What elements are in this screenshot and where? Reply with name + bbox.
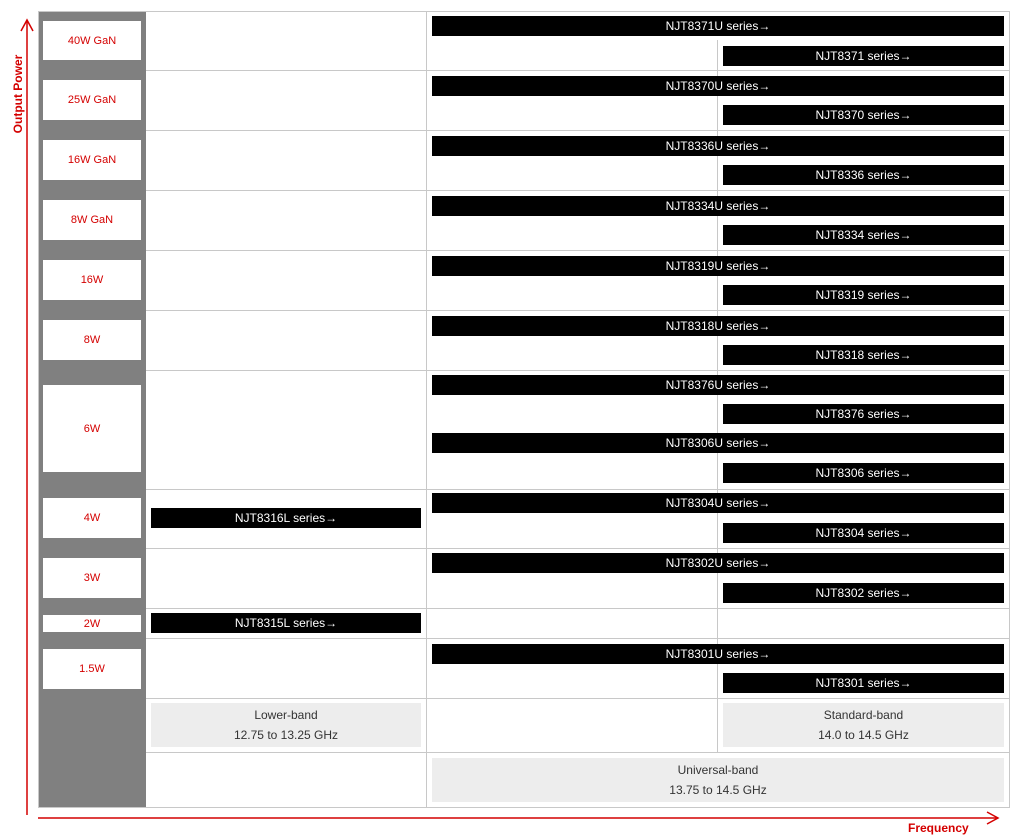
series-link-njt8304[interactable]: NJT8304 series→ [723, 523, 1004, 543]
lower-band-label: Lower-band 12.75 to 13.25 GHz [151, 703, 421, 747]
row-divider [146, 489, 1010, 490]
power-level-1-5w: 1.5W [43, 649, 141, 689]
row-divider [146, 70, 1010, 71]
series-link-njt8306u[interactable]: NJT8306U series→ [432, 433, 1004, 453]
row-divider [146, 310, 1010, 311]
row-divider [146, 190, 1010, 191]
series-link-njt8376[interactable]: NJT8376 series→ [723, 404, 1004, 424]
row-divider [146, 608, 1010, 609]
row-divider [146, 250, 1010, 251]
series-link-njt8301u[interactable]: NJT8301U series→ [432, 644, 1004, 664]
series-link-njt8371[interactable]: NJT8371 series→ [723, 46, 1004, 66]
series-link-njt8304u[interactable]: NJT8304U series→ [432, 493, 1004, 513]
row-divider [146, 698, 1010, 699]
row-divider [146, 548, 1010, 549]
series-link-njt8302[interactable]: NJT8302 series→ [723, 583, 1004, 603]
series-link-njt8334[interactable]: NJT8334 series→ [723, 225, 1004, 245]
series-link-njt8370u[interactable]: NJT8370U series→ [432, 76, 1004, 96]
series-link-njt8376u[interactable]: NJT8376U series→ [432, 375, 1004, 395]
power-level-8w-gan: 8W GaN [43, 200, 141, 240]
power-level-40w-gan: 40W GaN [43, 21, 141, 60]
series-link-njt8336u[interactable]: NJT8336U series→ [432, 136, 1004, 156]
universal-band-name: Universal-band [677, 763, 759, 777]
power-level-4w: 4W [43, 498, 141, 538]
series-link-njt8316l[interactable]: NJT8316L series→ [151, 508, 421, 528]
lower-band-range: 12.75 to 13.25 GHz [233, 728, 339, 742]
power-level-2w: 2W [43, 615, 141, 632]
series-link-njt8306[interactable]: NJT8306 series→ [723, 463, 1004, 483]
power-level-16w: 16W [43, 260, 141, 300]
y-axis-arrow-icon [20, 18, 34, 815]
power-level-6w: 6W [43, 385, 141, 472]
row-divider [146, 638, 1010, 639]
standard-band-name: Standard-band [823, 708, 904, 722]
series-link-njt8318[interactable]: NJT8318 series→ [723, 345, 1004, 365]
universal-band-range: 13.75 to 14.5 GHz [669, 783, 767, 797]
series-link-njt8318u[interactable]: NJT8318U series→ [432, 316, 1004, 336]
row-divider [146, 752, 1010, 753]
row-divider [146, 130, 1010, 131]
standard-band-label: Standard-band 14.0 to 14.5 GHz [723, 703, 1004, 747]
power-level-8w: 8W [43, 320, 141, 360]
y-axis-label: Output Power [11, 54, 25, 134]
row-divider [146, 370, 1010, 371]
series-link-njt8319u[interactable]: NJT8319U series→ [432, 256, 1004, 276]
lower-band-name: Lower-band [254, 708, 318, 722]
x-axis-label: Frequency [908, 821, 969, 835]
column-divider [426, 11, 427, 808]
series-link-njt8301[interactable]: NJT8301 series→ [723, 673, 1004, 693]
series-link-njt8370[interactable]: NJT8370 series→ [723, 105, 1004, 125]
power-level-25w-gan: 25W GaN [43, 80, 141, 120]
power-level-3w: 3W [43, 558, 141, 598]
standard-band-range: 14.0 to 14.5 GHz [818, 728, 909, 742]
universal-band-label: Universal-band 13.75 to 14.5 GHz [432, 758, 1004, 802]
series-link-njt8371u[interactable]: NJT8371U series→ [432, 16, 1004, 36]
series-link-njt8319[interactable]: NJT8319 series→ [723, 285, 1004, 305]
series-link-njt8315l[interactable]: NJT8315L series→ [151, 613, 421, 633]
x-axis-arrow-icon [38, 811, 1000, 825]
power-level-16w-gan: 16W GaN [43, 140, 141, 180]
series-link-njt8302u[interactable]: NJT8302U series→ [432, 553, 1004, 573]
series-link-njt8334u[interactable]: NJT8334U series→ [432, 196, 1004, 216]
series-link-njt8336[interactable]: NJT8336 series→ [723, 165, 1004, 185]
